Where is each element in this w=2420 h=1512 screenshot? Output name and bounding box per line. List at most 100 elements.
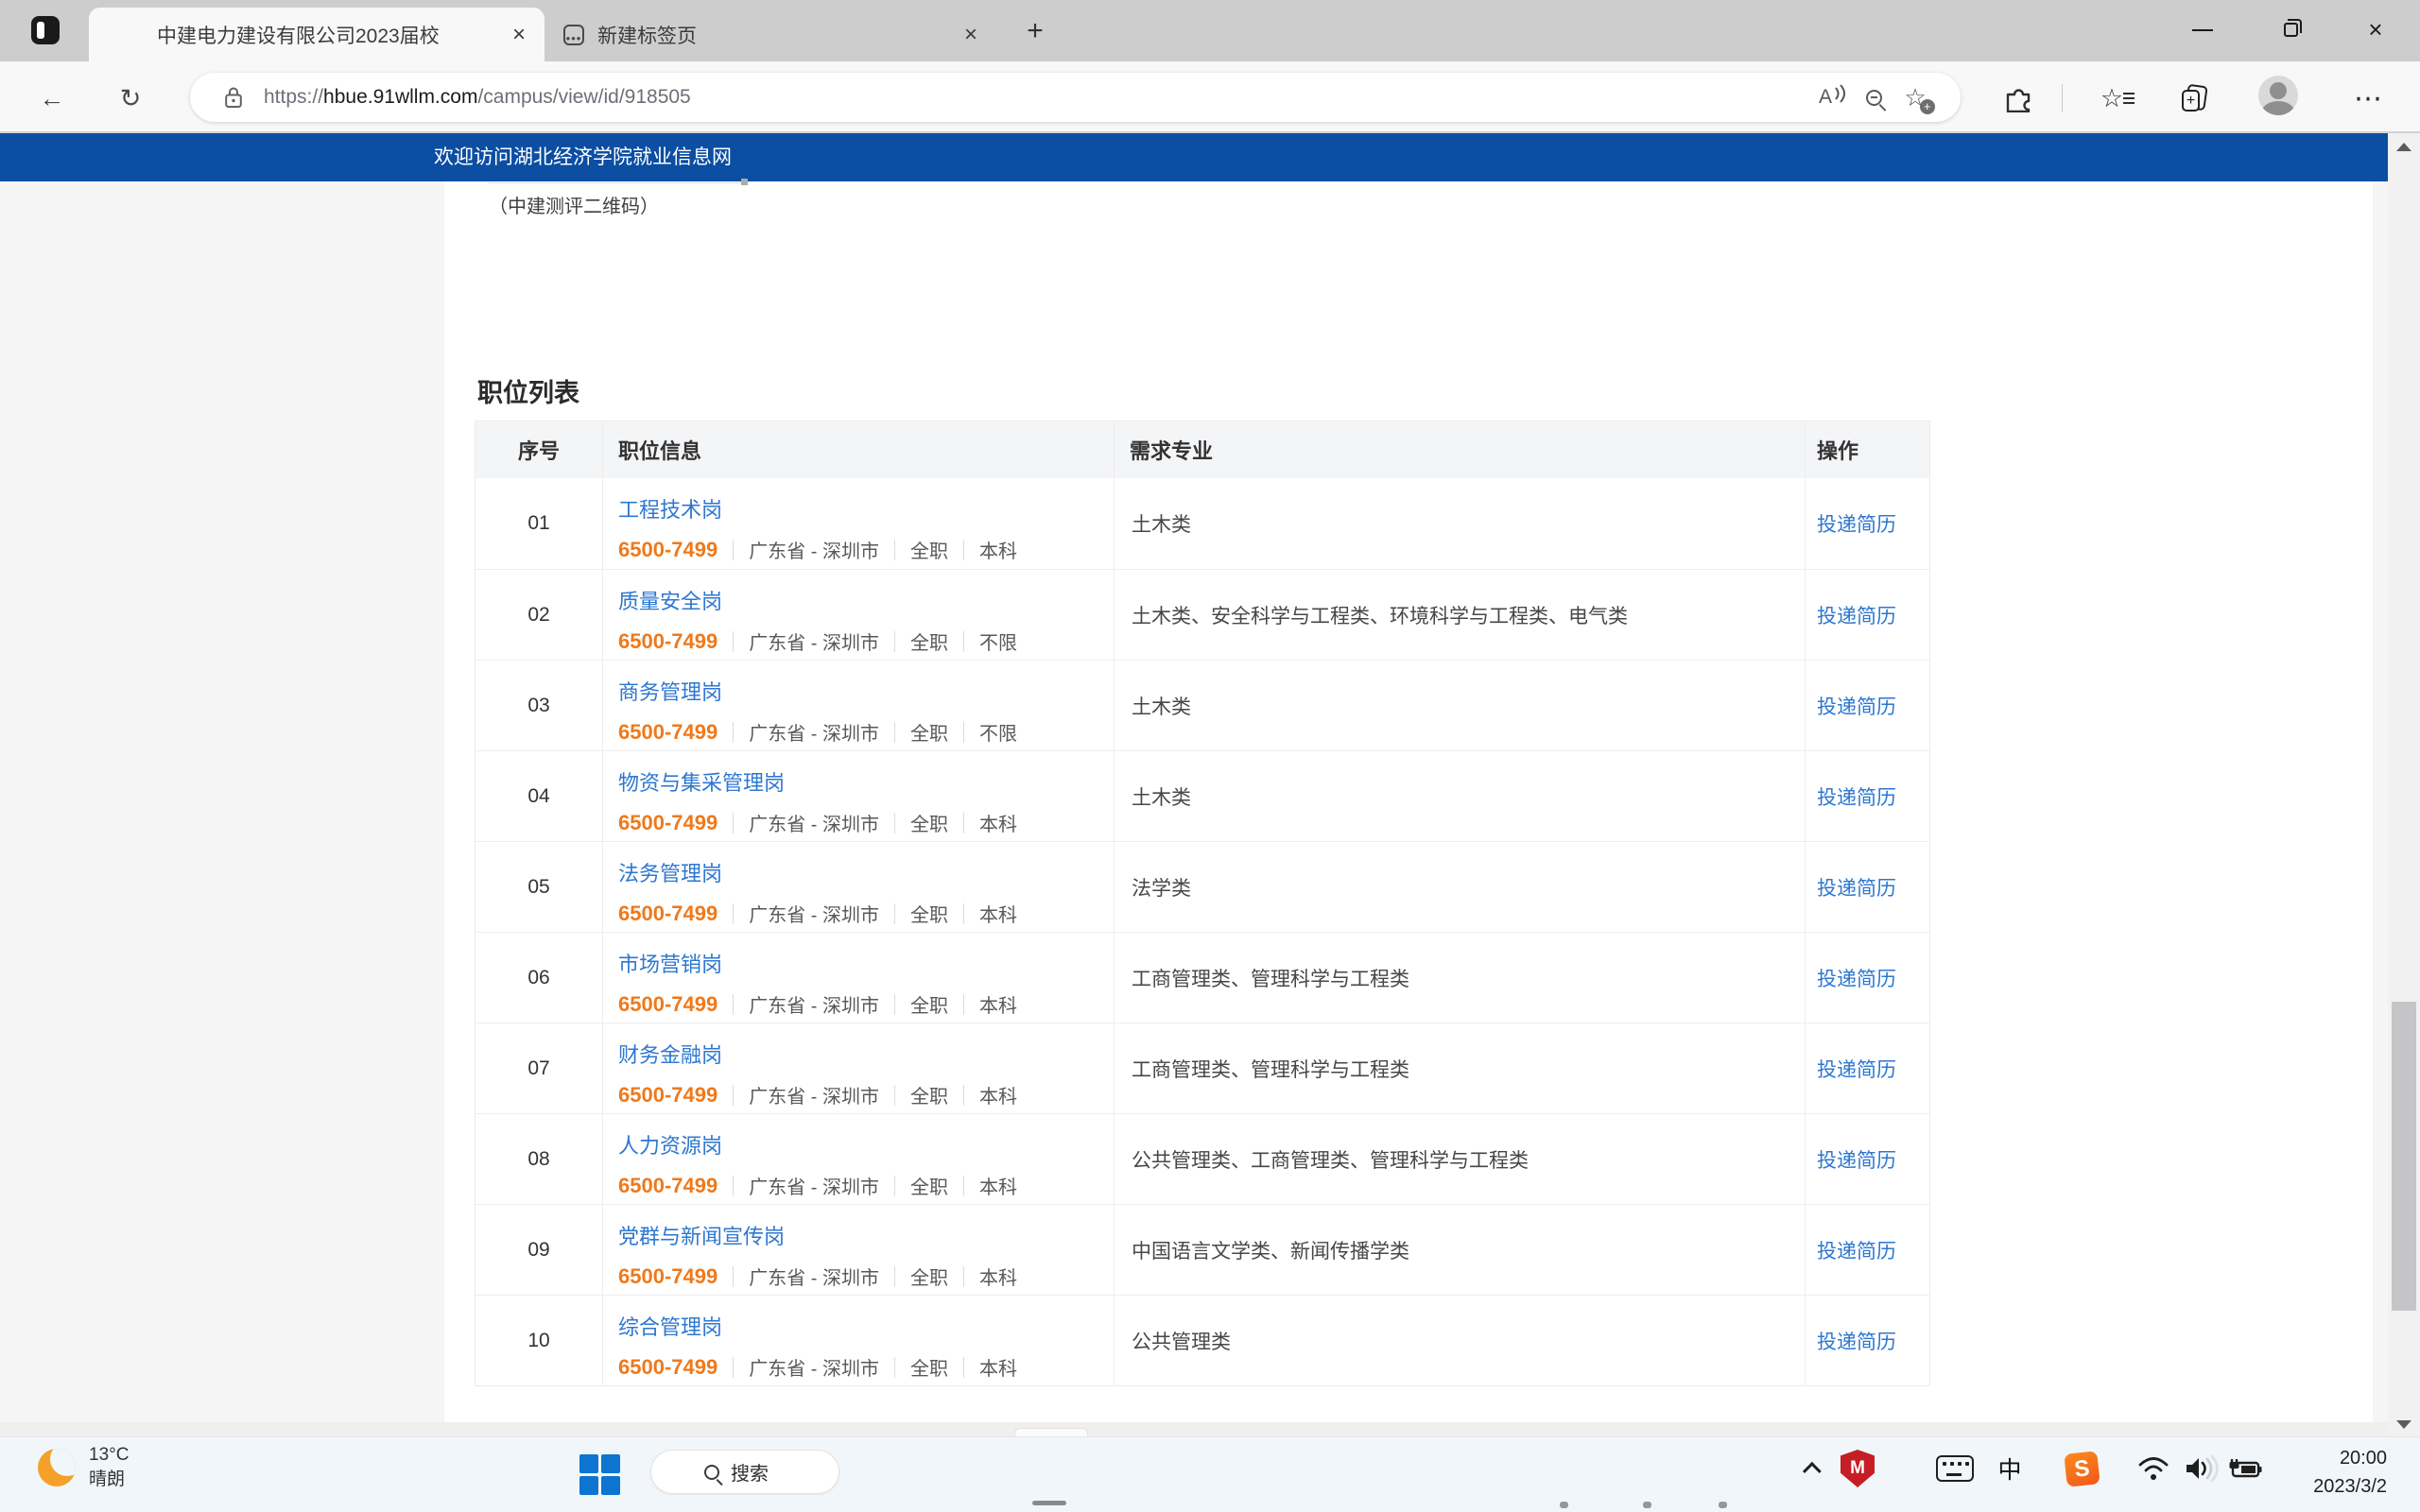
required-majors: 土木类 (1114, 751, 1805, 841)
row-number: 08 (475, 1114, 602, 1204)
job-location: 广东省 - 深圳市 (749, 990, 879, 1018)
tray-show-hidden-icons-button[interactable] (1785, 1444, 1834, 1493)
apply-resume-link[interactable]: 投递简历 (1817, 782, 1896, 811)
window-minimize-button[interactable] (2172, 0, 2233, 60)
search-label: 搜索 (731, 1458, 769, 1486)
tray-battery-button[interactable] (2220, 1444, 2269, 1493)
extensions-button[interactable] (1996, 78, 2040, 118)
salary-range: 6500-7499 (618, 538, 717, 562)
tray-mcafee-button[interactable]: M (1833, 1444, 1882, 1493)
job-title-link[interactable]: 工程技术岗 (618, 493, 722, 524)
apply-resume-link[interactable]: 投递简历 (1817, 509, 1896, 538)
collections-button[interactable]: + (2171, 78, 2215, 118)
tab-new-tab-page[interactable]: ••• 新建标签页 × (548, 8, 996, 61)
meta-divider (894, 1266, 895, 1287)
new-tab-button[interactable]: + (1017, 13, 1053, 49)
job-info-cell: 党群与新闻宣传岗 6500-7499 广东省 - 深圳市 全职 本科 (602, 1205, 1114, 1295)
action-cell: 投递简历 (1805, 1114, 1929, 1204)
favorites-star-icon: ☆ (2100, 84, 2123, 113)
window-close-button[interactable]: × (2345, 0, 2406, 60)
scrollbar-thumb[interactable] (2392, 1002, 2416, 1311)
apply-resume-link[interactable]: 投递简历 (1817, 873, 1896, 902)
file-explorer-running-indicator (1643, 1502, 1651, 1508)
apply-resume-link[interactable]: 投递简历 (1817, 964, 1896, 992)
address-bar[interactable]: https://hbue.91wllm.com/campus/view/id/9… (190, 73, 1961, 122)
read-aloud-button[interactable]: A (1811, 78, 1853, 116)
job-title-link[interactable]: 质量安全岗 (618, 585, 722, 615)
tray-sogou-input-button[interactable]: S (2057, 1444, 2106, 1493)
apply-resume-link[interactable]: 投递简历 (1817, 1055, 1896, 1083)
profile-button[interactable] (2256, 76, 2300, 115)
apply-resume-link[interactable]: 投递简历 (1817, 692, 1896, 720)
job-meta-line: 6500-7499 广东省 - 深圳市 全职 本科 (618, 1353, 1114, 1381)
tab-close-icon[interactable]: × (955, 19, 987, 51)
back-button[interactable]: ← (31, 80, 73, 116)
apply-resume-link[interactable]: 投递简历 (1817, 1236, 1896, 1264)
taskbar-clock[interactable]: 20:00 2023/3/2 (2264, 1444, 2387, 1501)
job-meta-line: 6500-7499 广东省 - 深圳市 全职 本科 (618, 1081, 1114, 1108)
workspaces-icon[interactable] (31, 16, 60, 44)
job-location: 广东省 - 深圳市 (749, 1081, 879, 1108)
table-row: 09 党群与新闻宣传岗 6500-7499 广东省 - 深圳市 全职 本科 中国… (475, 1204, 1929, 1295)
battery-charging-icon (2225, 1453, 2263, 1484)
new-tab-favicon-icon: ••• (563, 25, 584, 45)
meta-divider (894, 813, 895, 833)
job-title-link[interactable]: 市场营销岗 (618, 948, 722, 978)
meta-divider (733, 722, 734, 743)
meta-divider (963, 1085, 964, 1106)
meta-divider (894, 1085, 895, 1106)
job-title-link[interactable]: 商务管理岗 (618, 676, 722, 706)
required-majors: 土木类 (1114, 478, 1805, 569)
tray-volume-button[interactable] (2176, 1444, 2225, 1493)
start-button[interactable] (579, 1454, 621, 1496)
taskbar-search[interactable]: 搜索 (650, 1450, 839, 1494)
favorites-button[interactable]: ☆ (2090, 78, 2134, 118)
tray-ime-mode-button[interactable]: 中 (1985, 1444, 2034, 1493)
row-number: 10 (475, 1296, 602, 1385)
job-title-link[interactable]: 人力资源岗 (618, 1129, 722, 1160)
zoom-out-button[interactable] (1853, 78, 1894, 116)
tab-active[interactable]: 中建电力建设有限公司2023届校 × (89, 8, 544, 61)
scroll-up-arrow-icon[interactable] (2396, 143, 2411, 151)
salary-range: 6500-7499 (618, 992, 717, 1017)
zoom-out-icon (1866, 90, 1882, 106)
meta-divider (733, 1176, 734, 1196)
required-majors: 土木类、安全科学与工程类、环境科学与工程类、电气类 (1114, 570, 1805, 660)
job-meta-line: 6500-7499 广东省 - 深圳市 全职 本科 (618, 1172, 1114, 1199)
meta-divider (963, 903, 964, 924)
settings-menu-button[interactable]: ⋯ (2347, 78, 2391, 118)
word-running-indicator (1719, 1502, 1727, 1508)
salary-range: 6500-7499 (618, 1355, 717, 1380)
meta-divider (963, 722, 964, 743)
window-restore-button[interactable] (2260, 0, 2321, 60)
job-info-cell: 物资与集采管理岗 6500-7499 广东省 - 深圳市 全职 本科 (602, 751, 1114, 841)
refresh-button[interactable]: ↻ (110, 80, 151, 116)
job-title-link[interactable]: 党群与新闻宣传岗 (618, 1220, 785, 1250)
weather-widget[interactable]: 13°C 晴朗 (38, 1443, 129, 1492)
apply-resume-link[interactable]: 投递简历 (1817, 1327, 1896, 1355)
job-title-link[interactable]: 综合管理岗 (618, 1311, 722, 1341)
job-meta-line: 6500-7499 广东省 - 深圳市 全职 本科 (618, 900, 1114, 927)
meta-divider (963, 813, 964, 833)
tray-touch-keyboard-button[interactable] (1930, 1444, 1979, 1493)
job-title-link[interactable]: 法务管理岗 (618, 857, 722, 887)
job-title-link[interactable]: 财务金融岗 (618, 1039, 722, 1069)
tab-close-icon[interactable]: × (503, 19, 535, 51)
windows-logo-icon (579, 1476, 598, 1495)
add-favorite-button[interactable]: ☆+ (1894, 78, 1936, 116)
scroll-down-arrow-icon[interactable] (2396, 1420, 2411, 1429)
meta-divider (963, 1176, 964, 1196)
tray-wifi-button[interactable] (2129, 1444, 2178, 1493)
row-number: 03 (475, 661, 602, 750)
section-title: 职位列表 (477, 372, 579, 409)
job-type: 全职 (910, 1172, 948, 1199)
job-location: 广东省 - 深圳市 (749, 627, 879, 655)
apply-resume-link[interactable]: 投递简历 (1817, 1145, 1896, 1174)
job-title-link[interactable]: 物资与集采管理岗 (618, 766, 785, 797)
page-scrollbar[interactable] (2388, 133, 2420, 1436)
column-header-no: 序号 (475, 421, 602, 478)
salary-range: 6500-7499 (618, 720, 717, 745)
meta-divider (733, 1085, 734, 1106)
apply-resume-link[interactable]: 投递简历 (1817, 601, 1896, 629)
column-header-info: 职位信息 (602, 421, 1114, 478)
